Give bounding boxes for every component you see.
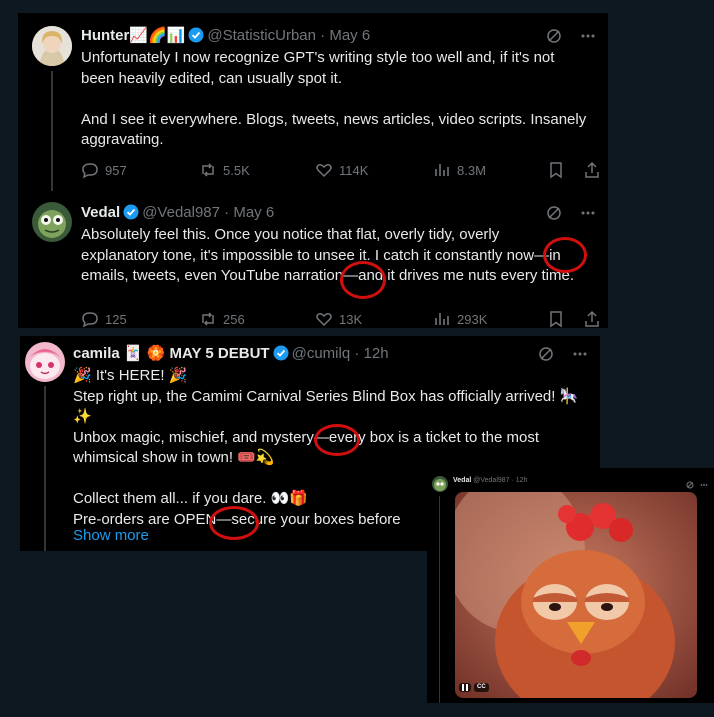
author-handle[interactable]: @Vedal987 · 12h [473, 477, 527, 484]
reply-button[interactable]: 957 [81, 161, 127, 179]
more-options-icon[interactable] [572, 346, 588, 367]
reply-icon [82, 163, 98, 179]
heart-icon [316, 313, 332, 327]
views-icon [435, 313, 449, 325]
repost-icon [202, 312, 214, 326]
views-button[interactable]: 293K [433, 310, 487, 328]
like-count: 114K [339, 162, 369, 178]
author-name[interactable]: Vedal [81, 204, 120, 221]
views-icon [435, 164, 449, 176]
tweet-hunter[interactable]: Hunter📈🌈📊 @StatisticUrban · May 6 Unfortu… [18, 13, 608, 191]
author-name[interactable]: Vedal [453, 477, 471, 484]
grok-icon[interactable] [546, 205, 562, 226]
more-options-icon[interactable] [580, 28, 596, 49]
tweet-header: Vedal @Vedal987 · May 6 [81, 203, 274, 226]
reply-button[interactable]: 125 [81, 310, 127, 328]
share-icon[interactable] [583, 161, 601, 182]
verified-badge-icon [123, 204, 139, 226]
video-tweet-panel[interactable]: Vedal @Vedal987 · 12h CC [427, 468, 714, 703]
avatar[interactable] [32, 202, 72, 242]
thread-line [44, 386, 46, 551]
verified-badge-icon [188, 27, 204, 49]
share-actions [547, 161, 601, 182]
reply-icon [82, 312, 98, 328]
tweet-top-icons [546, 205, 596, 226]
tweet-actions: 957 5.5K 114K 8.3M [81, 161, 601, 181]
author-name[interactable]: Hunter📈🌈📊 [81, 27, 185, 44]
tweet-top-icons [546, 28, 596, 49]
like-button[interactable]: 13K [315, 310, 362, 328]
tweet-date[interactable]: · 12h [354, 345, 388, 362]
author-handle[interactable]: @Vedal987 [142, 204, 220, 221]
tweet-date[interactable]: · May 6 [320, 27, 370, 44]
annotation-circle [209, 506, 259, 540]
tweet-header: Hunter📈🌈📊 @StatisticUrban · May 6 [81, 26, 370, 49]
show-more-link[interactable]: Show more [73, 526, 149, 547]
reply-count: 125 [105, 311, 127, 327]
annotation-circle [543, 237, 587, 273]
author-handle[interactable]: @cumilq [292, 345, 351, 362]
annotation-circle [340, 261, 386, 299]
like-count: 13K [339, 311, 363, 327]
avatar[interactable] [25, 342, 65, 382]
captions-button[interactable]: CC [474, 683, 489, 692]
repost-count: 256 [223, 311, 245, 327]
grok-icon[interactable] [546, 28, 562, 49]
grok-icon[interactable] [538, 346, 554, 367]
bookmark-icon[interactable] [547, 161, 565, 182]
tweet-actions: 125 256 13K 293K [81, 310, 601, 328]
repost-button[interactable]: 256 [199, 310, 245, 328]
tweet-header: camila 🃏 🏵️ MAY 5 DEBUT @cumilq · 12h [73, 344, 389, 367]
tweet-date[interactable]: · May 6 [224, 204, 274, 221]
screenshot-panel-1: Hunter📈🌈📊 @StatisticUrban · May 6 Unfortu… [18, 13, 608, 328]
author-handle[interactable]: @StatisticUrban [207, 27, 316, 44]
share-actions [547, 310, 601, 328]
more-options-icon[interactable] [700, 476, 708, 494]
repost-count: 5.5K [223, 162, 250, 178]
tweet-vedal[interactable]: Vedal @Vedal987 · May 6 Absolutely feel t… [18, 191, 608, 328]
tweet-top-icons [538, 346, 588, 367]
video-player[interactable]: CC [455, 492, 697, 698]
bookmark-icon[interactable] [547, 310, 565, 328]
thread-line [51, 71, 53, 191]
reply-count: 957 [105, 162, 127, 178]
share-icon[interactable] [583, 310, 601, 328]
rooster-video-frame [455, 492, 697, 698]
pause-icon[interactable] [459, 683, 471, 692]
tweet-text: Unfortunately I now recognize GPT's writ… [81, 49, 587, 148]
views-button[interactable]: 8.3M [433, 161, 486, 179]
author-name[interactable]: camila 🃏 🏵️ MAY 5 DEBUT [73, 345, 270, 362]
heart-icon [316, 164, 332, 178]
avatar[interactable] [32, 26, 72, 66]
repost-button[interactable]: 5.5K [199, 161, 250, 179]
annotation-circle [314, 424, 360, 456]
repost-icon [202, 163, 214, 177]
views-count: 293K [457, 311, 488, 327]
views-count: 8.3M [457, 162, 486, 178]
avatar[interactable] [432, 476, 448, 492]
thread-line [439, 496, 440, 703]
verified-badge-icon [273, 345, 289, 367]
more-options-icon[interactable] [580, 205, 596, 226]
like-button[interactable]: 114K [315, 161, 368, 179]
tweet-header: Vedal @Vedal987 · 12h [453, 476, 527, 486]
video-controls: CC [459, 683, 489, 692]
